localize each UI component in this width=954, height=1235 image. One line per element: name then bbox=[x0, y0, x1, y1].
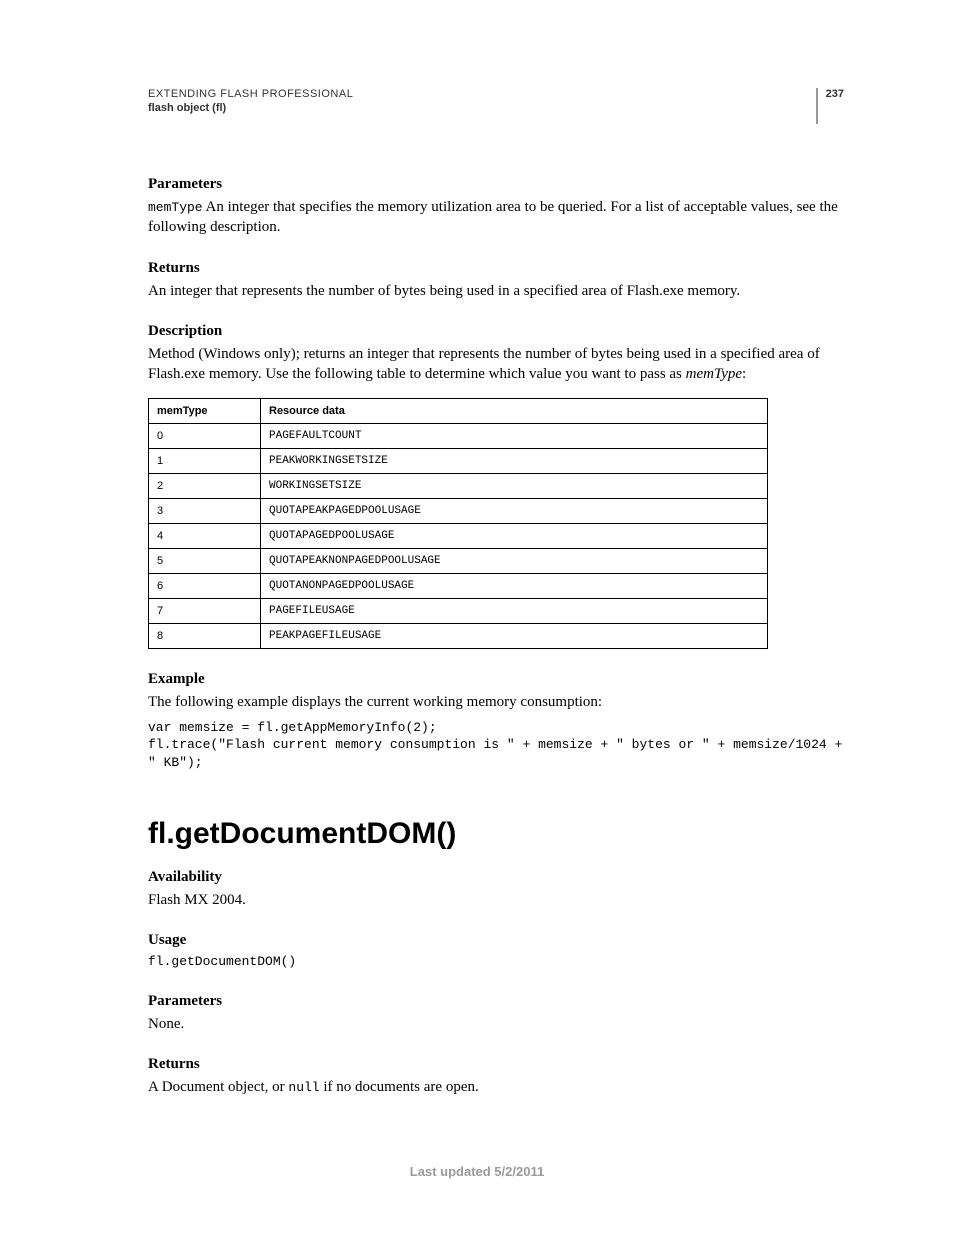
usage-code: fl.getDocumentDOM() bbox=[148, 953, 844, 971]
returns-body: An integer that represents the number of… bbox=[148, 281, 844, 301]
cell-memtype: 0 bbox=[149, 424, 261, 449]
table-row: 0PAGEFAULTCOUNT bbox=[149, 424, 768, 449]
cell-memtype: 1 bbox=[149, 449, 261, 474]
table-row: 4QUOTAPAGEDPOOLUSAGE bbox=[149, 524, 768, 549]
cell-resource: WORKINGSETSIZE bbox=[261, 474, 768, 499]
cell-resource: QUOTANONPAGEDPOOLUSAGE bbox=[261, 574, 768, 599]
page-content: EXTENDING FLASH PROFESSIONAL flash objec… bbox=[0, 0, 954, 1097]
cell-resource: PEAKWORKINGSETSIZE bbox=[261, 449, 768, 474]
cell-memtype: 3 bbox=[149, 499, 261, 524]
heading-parameters: Parameters bbox=[148, 176, 844, 193]
param-memtype-term: memType bbox=[148, 200, 203, 215]
cell-resource: QUOTAPAGEDPOOLUSAGE bbox=[261, 524, 768, 549]
cell-memtype: 7 bbox=[149, 599, 261, 624]
cell-memtype: 6 bbox=[149, 574, 261, 599]
page-header: EXTENDING FLASH PROFESSIONAL flash objec… bbox=[148, 88, 844, 124]
heading-example: Example bbox=[148, 671, 844, 688]
description-post: : bbox=[742, 366, 746, 382]
availability-body: Flash MX 2004. bbox=[148, 890, 844, 910]
description-body: Method (Windows only); returns an intege… bbox=[148, 344, 844, 385]
page-number-wrap: 237 bbox=[816, 88, 844, 124]
cell-resource: PAGEFAULTCOUNT bbox=[261, 424, 768, 449]
header-left: EXTENDING FLASH PROFESSIONAL flash objec… bbox=[148, 88, 353, 114]
cell-memtype: 8 bbox=[149, 624, 261, 649]
cell-resource: QUOTAPEAKNONPAGEDPOOLUSAGE bbox=[261, 549, 768, 574]
heading-returns-2: Returns bbox=[148, 1056, 844, 1073]
cell-memtype: 2 bbox=[149, 474, 261, 499]
method-title: fl.getDocumentDOM() bbox=[148, 817, 844, 851]
returns2-code: null bbox=[288, 1080, 319, 1095]
table-row: 6QUOTANONPAGEDPOOLUSAGE bbox=[149, 574, 768, 599]
page-footer: Last updated 5/2/2011 bbox=[0, 1164, 954, 1179]
cell-memtype: 4 bbox=[149, 524, 261, 549]
example-code: var memsize = fl.getAppMemoryInfo(2); fl… bbox=[148, 719, 844, 772]
heading-availability: Availability bbox=[148, 869, 844, 886]
header-subtitle: flash object (fl) bbox=[148, 102, 353, 114]
returns2-pre: A Document object, or bbox=[148, 1079, 288, 1095]
parameters-body-text: An integer that specifies the memory uti… bbox=[148, 199, 838, 235]
heading-usage: Usage bbox=[148, 932, 844, 949]
memtype-table: memType Resource data 0PAGEFAULTCOUNT 1P… bbox=[148, 398, 768, 649]
page-number-bar bbox=[816, 88, 818, 124]
cell-resource: PAGEFILEUSAGE bbox=[261, 599, 768, 624]
header-title: EXTENDING FLASH PROFESSIONAL bbox=[148, 88, 353, 100]
page-number: 237 bbox=[826, 88, 844, 100]
cell-resource: QUOTAPEAKPAGEDPOOLUSAGE bbox=[261, 499, 768, 524]
table-row: 2WORKINGSETSIZE bbox=[149, 474, 768, 499]
table-row: 3QUOTAPEAKPAGEDPOOLUSAGE bbox=[149, 499, 768, 524]
th-memtype: memType bbox=[149, 399, 261, 424]
table-row: 7PAGEFILEUSAGE bbox=[149, 599, 768, 624]
description-italic: memType bbox=[686, 366, 742, 382]
table-header-row: memType Resource data bbox=[149, 399, 768, 424]
parameters-body: memType An integer that specifies the me… bbox=[148, 197, 844, 238]
table-row: 8PEAKPAGEFILEUSAGE bbox=[149, 624, 768, 649]
returns2-body: A Document object, or null if no documen… bbox=[148, 1077, 844, 1097]
table-row: 1PEAKWORKINGSETSIZE bbox=[149, 449, 768, 474]
example-body: The following example displays the curre… bbox=[148, 692, 844, 712]
heading-description: Description bbox=[148, 323, 844, 340]
heading-returns: Returns bbox=[148, 260, 844, 277]
cell-resource: PEAKPAGEFILEUSAGE bbox=[261, 624, 768, 649]
heading-parameters-2: Parameters bbox=[148, 993, 844, 1010]
table-row: 5QUOTAPEAKNONPAGEDPOOLUSAGE bbox=[149, 549, 768, 574]
parameters2-body: None. bbox=[148, 1014, 844, 1034]
th-resource-data: Resource data bbox=[261, 399, 768, 424]
cell-memtype: 5 bbox=[149, 549, 261, 574]
returns2-post: if no documents are open. bbox=[320, 1079, 479, 1095]
